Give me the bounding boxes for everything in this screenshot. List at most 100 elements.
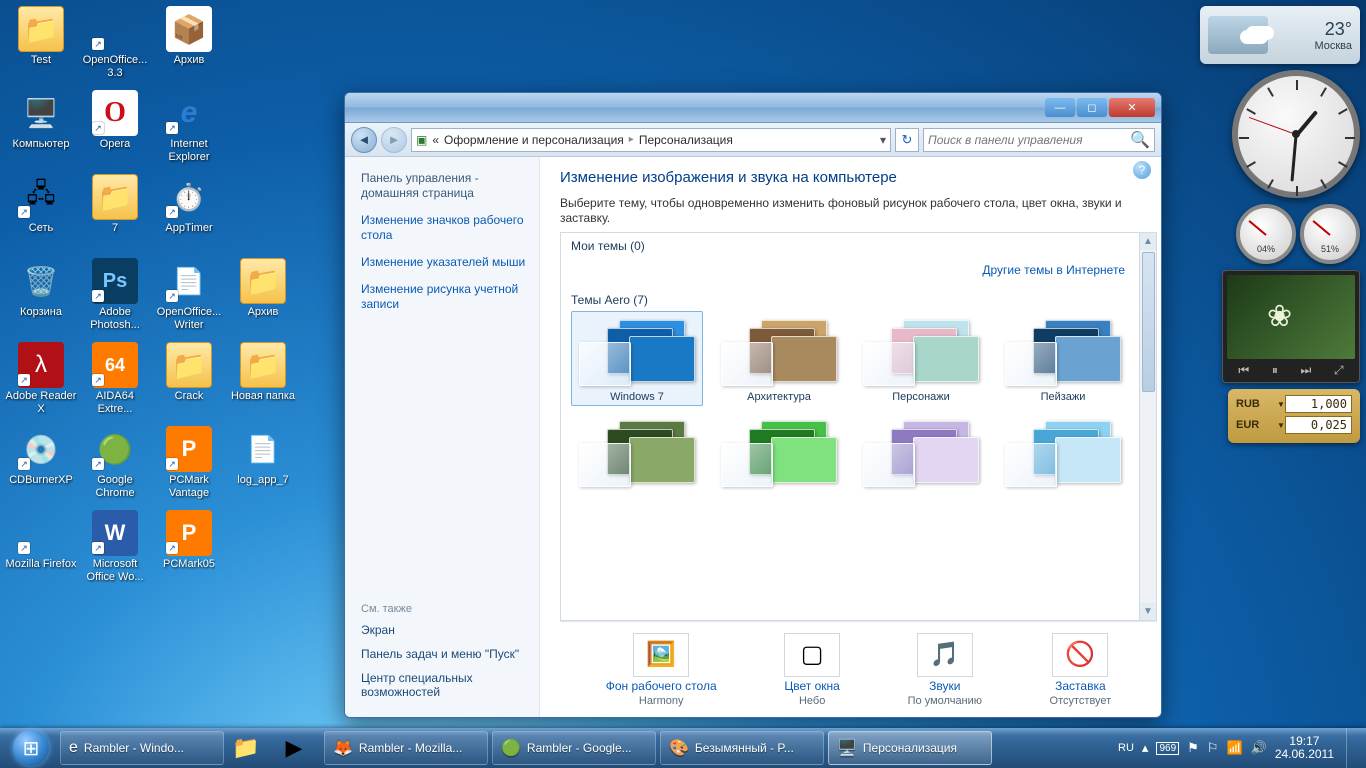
close-button[interactable]: ✕ bbox=[1109, 98, 1155, 117]
currency-gadget[interactable]: RUB▼1,000 EUR▼0,025 bbox=[1228, 389, 1360, 443]
slideshow-pause-icon[interactable]: ⏸ bbox=[1272, 363, 1278, 378]
txt-icon bbox=[240, 426, 286, 472]
breadcrumb-personalization[interactable]: Персонализация bbox=[639, 133, 733, 147]
desktop-icon-компьютер[interactable]: Компьютер bbox=[4, 88, 78, 172]
desktop-icon-pcmark-vantage[interactable]: PCMark Vantage bbox=[152, 424, 226, 508]
desktop-icon-сеть[interactable]: Сеть bbox=[4, 172, 78, 256]
desktop-icon-apptimer[interactable]: AppTimer bbox=[152, 172, 226, 256]
maximize-button[interactable]: ◻ bbox=[1077, 98, 1107, 117]
clock-gadget[interactable] bbox=[1232, 70, 1360, 198]
theme-windows-7[interactable]: Windows 7 bbox=[571, 311, 703, 406]
taskbar-item-personalize[interactable]: 🖥️Персонализация bbox=[828, 731, 992, 765]
seealso-link-1[interactable]: Панель задач и меню "Пуск" bbox=[361, 647, 531, 661]
desktop-icon-7[interactable]: 7 bbox=[78, 172, 152, 256]
start-button[interactable] bbox=[4, 728, 58, 768]
tray-volume-icon[interactable]: 🔊 bbox=[1251, 740, 1267, 756]
weather-gadget[interactable]: 23° Москва bbox=[1200, 6, 1360, 64]
theme-unnamed[interactable] bbox=[997, 412, 1129, 495]
taskbar-pin-explorer[interactable]: 📁 bbox=[226, 728, 274, 768]
clock-icon bbox=[166, 174, 212, 220]
refresh-button[interactable]: ↻ bbox=[895, 128, 919, 152]
address-bar[interactable]: ▣ « Оформление и персонализация ▸ Персон… bbox=[411, 128, 891, 152]
more-themes-link[interactable]: Другие темы в Интернете bbox=[982, 263, 1125, 277]
nav-forward-button[interactable]: ► bbox=[381, 127, 407, 153]
theme-unnamed[interactable] bbox=[713, 412, 845, 495]
theme-архитектура[interactable]: Архитектура bbox=[713, 311, 845, 406]
sidebar-link-0[interactable]: Изменение значков рабочего стола bbox=[361, 213, 531, 243]
theme-unnamed[interactable] bbox=[571, 412, 703, 495]
cpu-ram-gadget[interactable]: 04% 51% bbox=[1236, 204, 1360, 264]
sidebar-link-2[interactable]: Изменение рисунка учетной записи bbox=[361, 282, 531, 312]
tray-keyboard-icon[interactable]: 969 bbox=[1156, 742, 1179, 755]
tray-clock[interactable]: 19:17 24.06.2011 bbox=[1275, 735, 1334, 761]
desktop-icon-aida64-extre-[interactable]: AIDA64 Extre... bbox=[78, 340, 152, 424]
search-icon[interactable]: 🔍 bbox=[1130, 130, 1150, 150]
desktop-icon-openoffice-3-3[interactable]: OpenOffice... 3.3 bbox=[78, 4, 152, 88]
tray-action-center-icon[interactable]: ⚐ bbox=[1207, 740, 1219, 756]
slideshow-gadget[interactable]: ⏮ ⏸ ⏭ ⤢ bbox=[1222, 270, 1360, 383]
address-dropdown-icon[interactable]: ▾ bbox=[880, 133, 886, 147]
desktop-icon-архив[interactable]: Архив bbox=[226, 256, 300, 340]
desktop-icon-cdburnerxp[interactable]: CDBurnerXP bbox=[4, 424, 78, 508]
desktop-icon-новая-папка[interactable]: Новая папка bbox=[226, 340, 300, 424]
desktop-icon-adobe-photosh-[interactable]: Adobe Photosh... bbox=[78, 256, 152, 340]
desktop-icon-архив[interactable]: Архив bbox=[152, 4, 226, 88]
bottom-color[interactable]: ▢Цвет окнаНебо bbox=[784, 633, 840, 707]
taskbar-item-ff[interactable]: 🦊Rambler - Mozilla... bbox=[324, 731, 488, 765]
desktop-icon-pcmark05[interactable]: PCMark05 bbox=[152, 508, 226, 592]
tray-chevron-up-icon[interactable]: ▴ bbox=[1142, 740, 1149, 756]
desktop-icon-microsoft-office-wo-[interactable]: Microsoft Office Wo... bbox=[78, 508, 152, 592]
desktop-icon-корзина[interactable]: Корзина bbox=[4, 256, 78, 340]
taskbar-item-chrome[interactable]: 🟢Rambler - Google... bbox=[492, 731, 656, 765]
taskbar-item-paint[interactable]: 🎨Безымянный - P... bbox=[660, 731, 824, 765]
opera-icon bbox=[92, 90, 138, 136]
theme-unnamed[interactable] bbox=[855, 412, 987, 495]
tray-flag-icon[interactable]: ⚑ bbox=[1187, 740, 1199, 756]
seealso-link-0[interactable]: Экран bbox=[361, 623, 531, 637]
bottom-bg[interactable]: 🖼️Фон рабочего столаHarmony bbox=[606, 633, 717, 707]
taskbar-pin-wmp[interactable]: ▶ bbox=[274, 728, 322, 768]
slideshow-next-icon[interactable]: ⏭ bbox=[1301, 363, 1312, 378]
search-input[interactable] bbox=[928, 133, 1130, 147]
sidebar-home-link[interactable]: Панель управления - домашняя страница bbox=[361, 171, 531, 201]
bg-icon: 🖼️ bbox=[633, 633, 689, 677]
taskbar-item-ie[interactable]: eRambler - Windo... bbox=[60, 731, 224, 765]
seealso-link-2[interactable]: Центр специальных возможностей bbox=[361, 671, 531, 699]
sidebar-link-1[interactable]: Изменение указателей мыши bbox=[361, 255, 531, 270]
theme-персонажи[interactable]: Персонажи bbox=[855, 311, 987, 406]
desktop-icon-log-app-7[interactable]: log_app_7 bbox=[226, 424, 300, 508]
desktop-icon-crack[interactable]: Crack bbox=[152, 340, 226, 424]
breadcrumb-prefix[interactable]: « bbox=[432, 133, 439, 147]
navbar: ◄ ► ▣ « Оформление и персонализация ▸ Пе… bbox=[345, 123, 1161, 157]
desktop-icon-internet-explorer[interactable]: Internet Explorer bbox=[152, 88, 226, 172]
titlebar[interactable]: — ◻ ✕ bbox=[345, 93, 1161, 123]
tray-lang[interactable]: RU bbox=[1118, 742, 1134, 754]
control-panel-icon: ▣ bbox=[416, 133, 427, 147]
theme-пейзажи[interactable]: Пейзажи bbox=[997, 311, 1129, 406]
scroll-up-icon[interactable]: ▲ bbox=[1140, 233, 1156, 250]
tray-network-icon[interactable]: 📶 bbox=[1226, 740, 1242, 756]
desktop-icon-opera[interactable]: Opera bbox=[78, 88, 152, 172]
desktop-icon-test[interactable]: Test bbox=[4, 4, 78, 88]
help-icon[interactable]: ? bbox=[1133, 161, 1151, 179]
nav-back-button[interactable]: ◄ bbox=[351, 127, 377, 153]
show-desktop-button[interactable] bbox=[1346, 728, 1360, 768]
breadcrumb-appearance[interactable]: Оформление и персонализация bbox=[444, 133, 624, 147]
chrome-icon bbox=[92, 426, 138, 472]
desktop-icon-adobe-reader-x[interactable]: Adobe Reader X bbox=[4, 340, 78, 424]
currency-row-rub[interactable]: RUB▼1,000 bbox=[1236, 395, 1352, 413]
desktop-icon-google-chrome[interactable]: Google Chrome bbox=[78, 424, 152, 508]
bottom-sound[interactable]: 🎵ЗвукиПо умолчанию bbox=[908, 633, 982, 707]
search-field[interactable]: 🔍 bbox=[923, 128, 1155, 152]
desktop-icon-openoffice-writer[interactable]: OpenOffice... Writer bbox=[152, 256, 226, 340]
scroll-down-icon[interactable]: ▼ bbox=[1140, 603, 1156, 620]
bottom-saver[interactable]: 🚫ЗаставкаОтсутствует bbox=[1050, 633, 1112, 707]
scrollbar[interactable]: ▲ ▼ bbox=[1139, 233, 1156, 620]
currency-row-eur[interactable]: EUR▼0,025 bbox=[1236, 416, 1352, 434]
writer-icon bbox=[166, 258, 212, 304]
scroll-thumb[interactable] bbox=[1142, 252, 1155, 392]
minimize-button[interactable]: — bbox=[1045, 98, 1075, 117]
slideshow-expand-icon[interactable]: ⤢ bbox=[1334, 363, 1344, 378]
desktop-icon-mozilla-firefox[interactable]: Mozilla Firefox bbox=[4, 508, 78, 592]
slideshow-prev-icon[interactable]: ⏮ bbox=[1238, 363, 1249, 378]
